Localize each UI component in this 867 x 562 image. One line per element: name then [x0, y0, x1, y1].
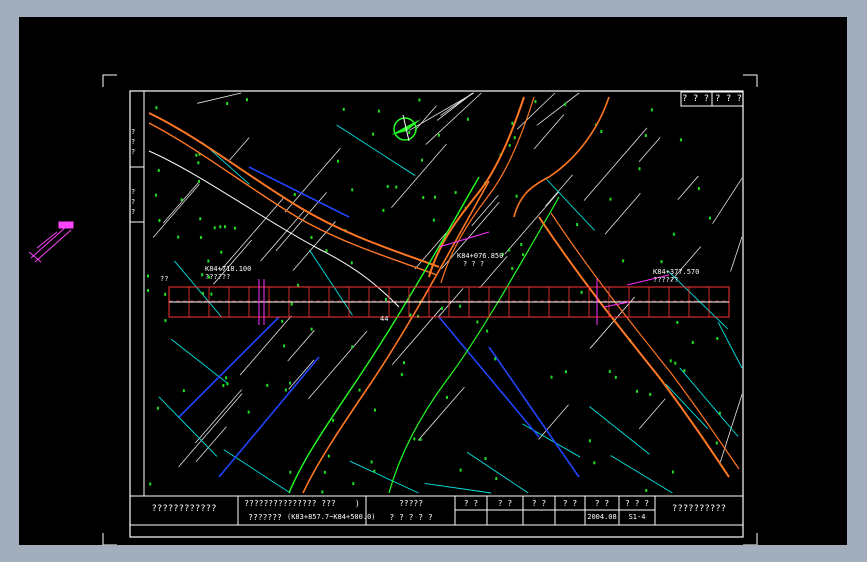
corner-mark-right: ? ? ? [715, 94, 743, 104]
drawing-subtitle: ??????? [248, 513, 282, 522]
road-northwest [148, 112, 440, 308]
side-label-top: ? ? ? [131, 128, 136, 156]
col5-label: ? ? [594, 499, 610, 508]
road-north [428, 96, 610, 284]
road-southeast [538, 212, 740, 478]
designer-label: ????? [398, 499, 424, 508]
col3-label: ? ? [531, 499, 547, 508]
col2-label: ? ? [497, 499, 513, 508]
designer-sub: ? ? ? ? ? [389, 513, 433, 522]
vegetation-dots [147, 98, 721, 494]
cad-viewport[interactable]: ? ? ? ? ? ? ? ? ? ? ? ? K84+718.100 ????… [19, 17, 847, 545]
boundary-lines [158, 124, 743, 494]
right-title-box: ?????????? [671, 504, 727, 514]
left-tag: ?? [160, 275, 169, 283]
water-lines [178, 166, 580, 478]
col1-label: ? ? [463, 499, 479, 508]
sheet-corner-marks [102, 74, 758, 545]
station-left-sub: ?????? [205, 273, 231, 281]
corner-mark-left: ? ? ? [682, 94, 710, 104]
side-label-bottom: ? ? ? [131, 188, 136, 216]
station-right-sub: ?????? [653, 276, 679, 284]
alignment-corridor [168, 286, 730, 318]
cross-point-label: 44 [380, 315, 389, 323]
col4-label: ? ? [562, 499, 578, 508]
north-arrow-icon [391, 114, 421, 142]
drawing-title: ??????????????? ??? ) [244, 499, 360, 508]
station-range: (K83+857.7~K84+500.0) [287, 513, 376, 521]
station-center-sub: ? ? ? [463, 260, 485, 268]
topographic-map [147, 92, 743, 494]
sheet-number: S1-4 [628, 513, 646, 521]
project-name: ???????????? [151, 504, 217, 514]
col6-label: ? ? ? [624, 499, 650, 508]
stray-block-icon [28, 221, 74, 263]
map-border [143, 90, 744, 497]
drawing-date: 2004.08 [587, 513, 617, 521]
